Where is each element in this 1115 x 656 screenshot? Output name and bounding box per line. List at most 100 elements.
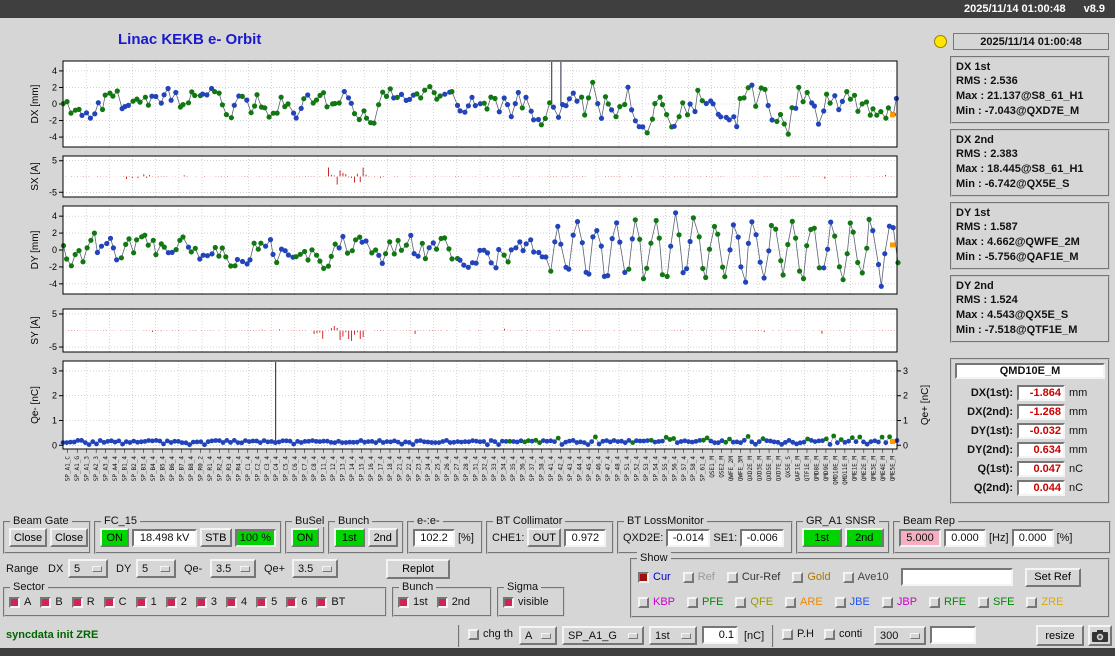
sector-b-checkbox[interactable]: B bbox=[40, 596, 62, 608]
sector-3-checkbox[interactable]: 3 bbox=[196, 596, 217, 608]
svg-text:QAF1E_M: QAF1E_M bbox=[794, 456, 801, 482]
fc15-stb-button[interactable]: STB bbox=[200, 528, 232, 547]
busel-on-button[interactable]: ON bbox=[291, 528, 319, 547]
stat-line: RMS : 1.524 bbox=[956, 293, 1104, 308]
show-kbp-checkbox[interactable]: KBP bbox=[638, 596, 675, 608]
titlebar: 2025/11/14 01:00:48 v8.9 bbox=[0, 0, 1115, 18]
sector-c-checkbox[interactable]: C bbox=[104, 596, 127, 608]
sector-2-checkbox[interactable]: 2 bbox=[166, 596, 187, 608]
range-dx-value: 5 bbox=[74, 563, 80, 575]
range-qem-dropdown[interactable]: 3.5 bbox=[210, 559, 256, 578]
monitor-row: DY(1st):-0.032mm bbox=[955, 421, 1105, 440]
gr-snsr-2nd-button[interactable]: 2nd bbox=[845, 528, 885, 547]
svg-text:2: 2 bbox=[903, 391, 908, 401]
dropdown-indicator-icon bbox=[681, 633, 691, 639]
checkbox-box-icon bbox=[166, 597, 177, 608]
checkbox-box-icon bbox=[782, 629, 793, 640]
sector-6-checkbox[interactable]: 6 bbox=[286, 596, 307, 608]
show-gold-checkbox[interactable]: Gold bbox=[792, 571, 830, 583]
conti-label: conti bbox=[839, 628, 862, 640]
show-pfe-checkbox[interactable]: PFE bbox=[687, 596, 723, 608]
nc-unit-label: [nC] bbox=[744, 630, 764, 642]
show-row-1: Cur Ref Cur-Ref Gold Ave10 Set Ref bbox=[638, 568, 1102, 587]
show-title: Show bbox=[637, 552, 671, 564]
monitor-row: DX(1st):-1.864mm bbox=[955, 383, 1105, 402]
beam-gate-close1-button[interactable]: Close bbox=[9, 528, 47, 547]
bunch-2nd-checkbox[interactable]: 2nd bbox=[437, 596, 470, 608]
sigma-visible-checkbox[interactable]: visible bbox=[503, 596, 549, 608]
che1-state-button[interactable]: OUT bbox=[527, 528, 561, 547]
threshold-entry[interactable] bbox=[702, 626, 738, 644]
show-jbp-checkbox[interactable]: JBP bbox=[882, 596, 917, 608]
svg-text:SP_B7_4: SP_B7_4 bbox=[178, 456, 185, 482]
bunch-1st-button[interactable]: 1st bbox=[334, 528, 365, 547]
section-dropdown[interactable]: A bbox=[519, 626, 557, 645]
show-zre-checkbox[interactable]: ZRE bbox=[1026, 596, 1063, 608]
bunch-2nd-button[interactable]: 2nd bbox=[368, 528, 399, 547]
show-frame: Show CurRefCur-RefGoldAve10 Set Ref KBPP… bbox=[630, 558, 1110, 618]
interval-dropdown[interactable]: 300 bbox=[874, 626, 926, 645]
show-ave10-checkbox[interactable]: Ave10 bbox=[843, 571, 889, 583]
beam-gate-close2-button[interactable]: Close bbox=[50, 528, 88, 547]
chg-th-checkbox[interactable]: chg th bbox=[468, 628, 513, 640]
svg-text:SP_21_4: SP_21_4 bbox=[396, 456, 403, 482]
svg-text:QXD5E_M: QXD5E_M bbox=[766, 456, 773, 482]
checkbox-label: JBP bbox=[897, 596, 917, 608]
range-qep-dropdown[interactable]: 3.5 bbox=[292, 559, 338, 578]
range-dx-dropdown[interactable]: 5 bbox=[68, 559, 108, 578]
beam-rep-pct-display: 0.000 bbox=[1012, 529, 1054, 547]
sector-bt-checkbox[interactable]: BT bbox=[316, 596, 345, 608]
checkbox-box-icon bbox=[638, 597, 649, 608]
svg-text:SP_23_4: SP_23_4 bbox=[415, 456, 422, 482]
bunch-1st-checkbox[interactable]: 1st bbox=[398, 596, 428, 608]
checkbox-label: Cur-Ref bbox=[742, 571, 781, 583]
show-ref-checkbox[interactable]: Ref bbox=[683, 571, 715, 583]
sector-1-checkbox[interactable]: 1 bbox=[136, 596, 157, 608]
show-jbe-checkbox[interactable]: JBE bbox=[835, 596, 870, 608]
ref-entry[interactable] bbox=[901, 568, 1013, 586]
orbit-plots: 420-2-4DX [mm]5-5SX [A]420-2-4DY [mm]5-5… bbox=[0, 28, 945, 510]
bpm-dropdown[interactable]: SP_A1_G bbox=[562, 626, 644, 645]
svg-text:-5: -5 bbox=[49, 342, 57, 352]
show-sfe-checkbox[interactable]: SFE bbox=[978, 596, 1014, 608]
svg-text:SP_26_4: SP_26_4 bbox=[444, 456, 451, 482]
sector-4-checkbox[interactable]: 4 bbox=[226, 596, 247, 608]
svg-text:QWFE_3M: QWFE_3M bbox=[738, 456, 745, 482]
svg-text:2: 2 bbox=[52, 228, 57, 238]
show-rfe-checkbox[interactable]: RFE bbox=[929, 596, 966, 608]
conti-checkbox[interactable]: conti bbox=[824, 628, 862, 640]
stat-line: Min : -7.043@QXD7E_M bbox=[956, 104, 1104, 119]
show-row-2: KBP PFE QFE ARE JBE JBP RFE SFE ZRE bbox=[638, 596, 1102, 608]
show-cur-ref-checkbox[interactable]: Cur-Ref bbox=[727, 571, 781, 583]
snapshot-button[interactable] bbox=[1088, 625, 1112, 646]
show-qfe-checkbox[interactable]: QFE bbox=[735, 596, 773, 608]
svg-text:SP_A3_4: SP_A3_4 bbox=[103, 456, 110, 482]
replot-button[interactable]: Replot bbox=[386, 559, 450, 579]
ph-checkbox[interactable]: P.H bbox=[782, 628, 814, 640]
beam-rep-set-display: 5.000 bbox=[899, 529, 941, 547]
checkbox-label: Gold bbox=[807, 571, 830, 583]
show-cur-checkbox[interactable]: Cur bbox=[638, 571, 671, 583]
gr-snsr-1st-button[interactable]: 1st bbox=[802, 528, 842, 547]
set-ref-button[interactable]: Set Ref bbox=[1025, 568, 1081, 587]
monitor-row-label: DX(2nd): bbox=[955, 406, 1013, 418]
sector-a-checkbox[interactable]: A bbox=[9, 596, 31, 608]
svg-text:SP_56_4: SP_56_4 bbox=[671, 456, 678, 482]
sector-r-checkbox[interactable]: R bbox=[72, 596, 95, 608]
svg-text:QXD2E_M: QXD2E_M bbox=[747, 456, 754, 482]
show-are-checkbox[interactable]: ARE bbox=[785, 596, 823, 608]
svg-text:QMD8E_M: QMD8E_M bbox=[813, 456, 820, 482]
bunch-sel-dropdown[interactable]: 1st bbox=[649, 626, 697, 645]
separator bbox=[772, 625, 774, 647]
beam-gate-title: Beam Gate bbox=[10, 515, 72, 527]
fc15-on-button[interactable]: ON bbox=[100, 528, 129, 547]
checkbox-label: Cur bbox=[653, 571, 671, 583]
sector-5-checkbox[interactable]: 5 bbox=[256, 596, 277, 608]
resize-button[interactable]: resize bbox=[1036, 625, 1084, 646]
range-dy-dropdown[interactable]: 5 bbox=[136, 559, 176, 578]
dropdown-indicator-icon bbox=[160, 566, 170, 572]
checkbox-box-icon bbox=[785, 597, 796, 608]
aux-entry[interactable] bbox=[930, 626, 976, 644]
svg-text:QME4E_M: QME4E_M bbox=[880, 456, 887, 482]
svg-text:SP_C3_4: SP_C3_4 bbox=[264, 456, 271, 482]
